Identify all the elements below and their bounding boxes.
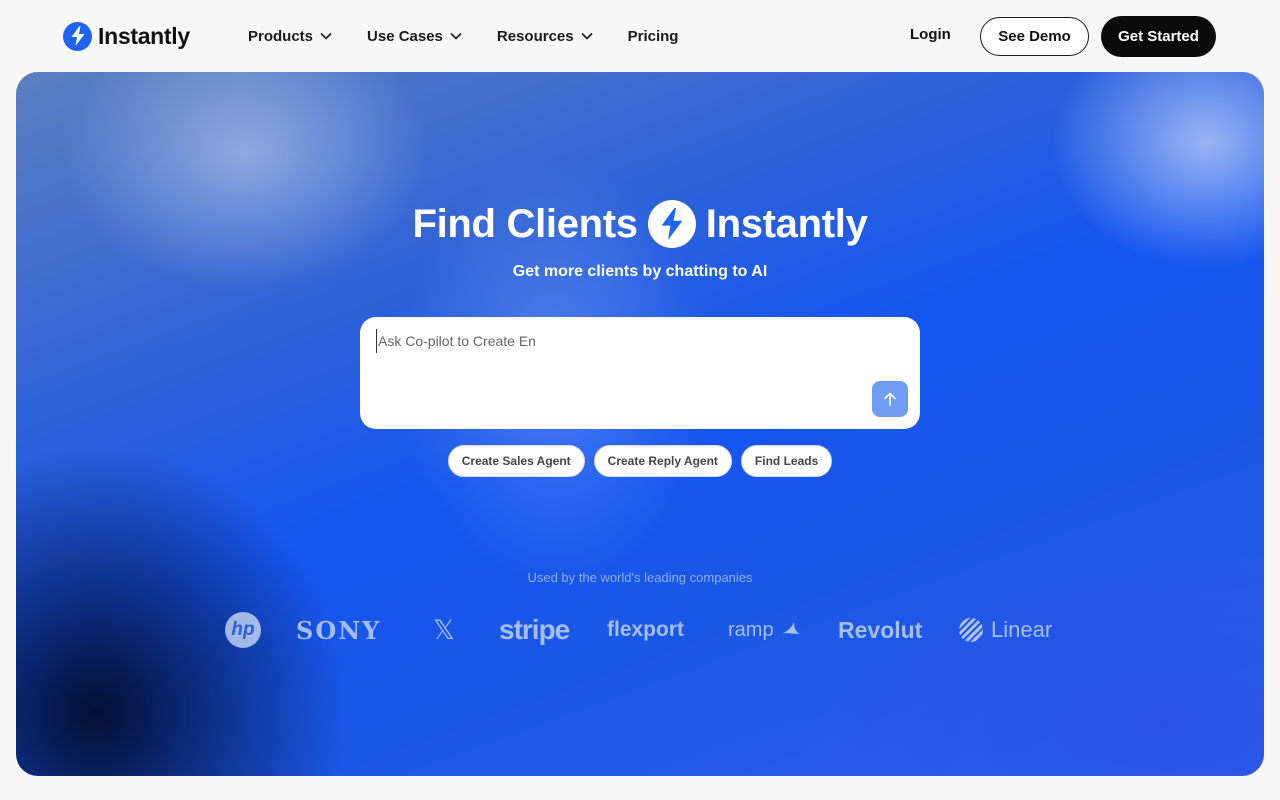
- hero-title-left: Find Clients: [412, 201, 638, 246]
- menu-resources-label: Resources: [496, 27, 574, 45]
- get-started-button[interactable]: Get Started: [1101, 16, 1216, 57]
- login-link[interactable]: Login: [910, 26, 951, 43]
- chip-find-leads[interactable]: Find Leads: [740, 445, 833, 477]
- chevron-down-icon: [320, 32, 332, 40]
- menu-resources[interactable]: Resources: [497, 28, 594, 45]
- hero-title: Find Clients Instantly: [16, 200, 1264, 248]
- copilot-prompt-input[interactable]: [376, 329, 856, 353]
- linear-mark-icon: [959, 618, 983, 642]
- hp-logo: hp: [225, 608, 261, 652]
- hero-subtitle: Get more clients by chatting to AI: [512, 263, 768, 280]
- chip-create-reply-agent[interactable]: Create Reply Agent: [593, 445, 732, 477]
- hp-logo-mark: hp: [225, 612, 261, 648]
- used-by-caption: Used by the world's leading companies: [527, 570, 753, 585]
- menu-products-label: Products: [248, 27, 314, 45]
- top-nav: Instantly Products Use Cases Resources P…: [0, 0, 1280, 72]
- customer-logos: hp SONY 𝕏 stripe flexport ramp Revolut L…: [16, 608, 1264, 652]
- ramp-logo: ramp: [728, 608, 802, 652]
- menu-products[interactable]: Products: [248, 28, 333, 45]
- menu-pricing-label: Pricing: [627, 27, 679, 45]
- linear-logo-text: Linear: [991, 617, 1053, 642]
- chevron-down-icon: [581, 32, 593, 40]
- linear-logo: Linear: [959, 608, 1052, 652]
- x-logo: 𝕏: [433, 614, 455, 646]
- ramp-logo-text: ramp: [728, 618, 774, 641]
- suggestion-chips: Create Sales Agent Create Reply Agent Fi…: [16, 445, 1264, 477]
- chip-create-sales-agent[interactable]: Create Sales Agent: [447, 445, 585, 477]
- ramp-mark-icon: [782, 622, 800, 634]
- flexport-logo: flexport: [607, 618, 685, 641]
- sony-logo: SONY: [296, 615, 382, 645]
- menu-use-cases-label: Use Cases: [367, 27, 443, 45]
- lightning-icon: [647, 200, 696, 248]
- brand-name: Instantly: [98, 22, 190, 49]
- hero-section: Find Clients Instantly Get more clients …: [16, 72, 1264, 776]
- arrow-up-icon: [884, 392, 896, 406]
- copilot-prompt-box: [360, 317, 920, 429]
- chevron-down-icon: [450, 32, 462, 40]
- revolut-logo: Revolut: [838, 616, 923, 643]
- hero-title-right: Instantly: [705, 201, 868, 246]
- menu-pricing[interactable]: Pricing: [628, 28, 679, 45]
- stripe-logo: stripe: [499, 614, 570, 645]
- menu-use-cases[interactable]: Use Cases: [367, 28, 463, 45]
- see-demo-button[interactable]: See Demo: [980, 17, 1089, 56]
- main-menu: Products Use Cases Resources Pricing: [248, 24, 678, 48]
- send-button[interactable]: [872, 381, 908, 417]
- lightning-logo-icon: [63, 21, 92, 51]
- brand-logo-link[interactable]: Instantly: [63, 20, 190, 52]
